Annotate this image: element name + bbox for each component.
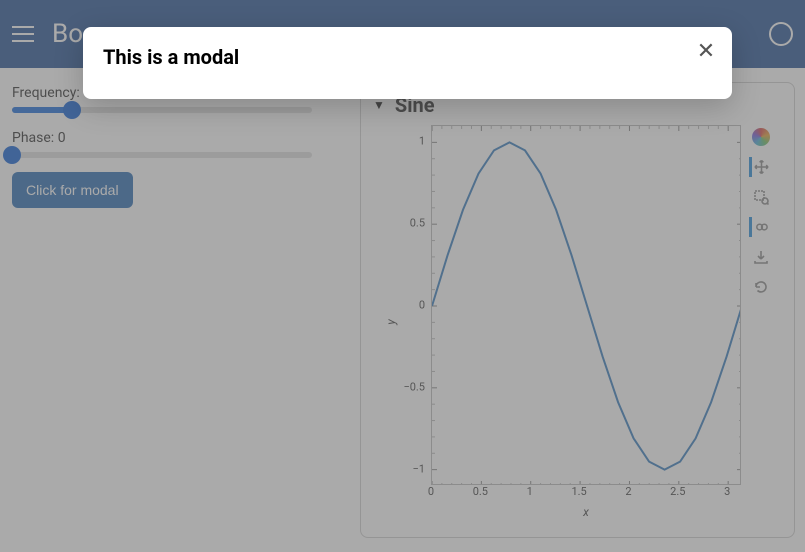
modal-title: This is a modal [103,45,712,69]
close-icon[interactable]: ✕ [692,37,720,65]
modal-dialog: This is a modal ✕ [83,27,732,99]
